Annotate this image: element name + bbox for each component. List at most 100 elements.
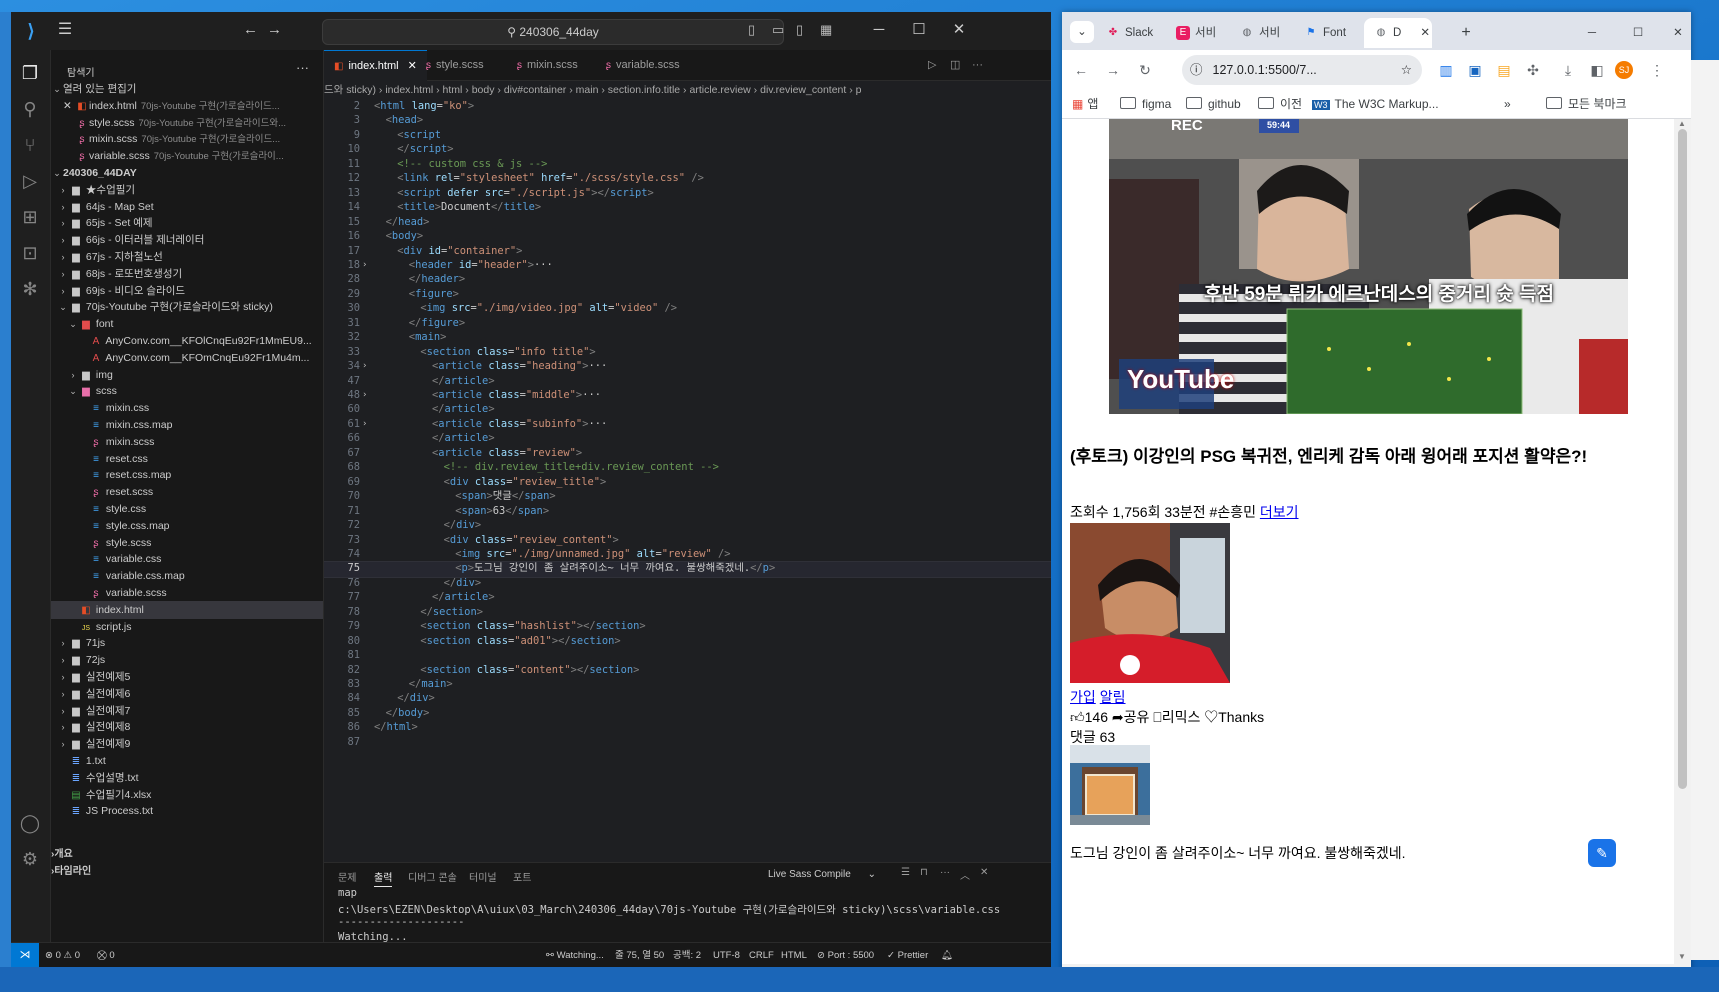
tree-item[interactable]: JS script.js [51, 618, 323, 636]
line-number[interactable]: 30 [324, 301, 360, 316]
more-actions-icon[interactable]: ··· [968, 50, 987, 80]
line-number[interactable]: 78 [324, 605, 360, 620]
tree-item[interactable]: ⌄ ▆ 70js-Youtube 구현(가로슬라이드와 sticky) [51, 298, 323, 316]
open-editor-item[interactable]: ʂ style.scss 70js-Youtube 구현(가로슬라이드와... [51, 114, 323, 132]
code-line[interactable]: <span>63</span> [455, 504, 549, 519]
hamburger-menu-icon[interactable]: ☰ [55, 20, 75, 40]
tree-item[interactable]: › ▆ 실전예제8 [51, 718, 323, 736]
fold-chevron-icon[interactable]: › [362, 417, 372, 432]
tree-item[interactable]: › ▆ 실전예제6 [51, 685, 323, 703]
breadcrumb-item[interactable]: div.review_content [760, 84, 846, 96]
code-line[interactable]: </script> [397, 142, 453, 157]
minimize-icon[interactable]: ─ [1582, 18, 1602, 48]
breadcrumb-item[interactable]: section.info.title [608, 84, 680, 96]
video-thumbnail[interactable]: REC 59:44 후반 59분 뤼카 에르난데스의 중거리 슛 득점 YouT… [1109, 119, 1628, 414]
close-panel-icon[interactable]: ✕ [980, 867, 988, 878]
line-number[interactable]: 67 [324, 446, 360, 461]
tree-item[interactable]: ≡ variable.css.map [51, 567, 323, 585]
line-number[interactable]: 83 [324, 677, 360, 692]
code-line[interactable]: <img src="./img/unnamed.jpg" alt="review… [455, 547, 730, 562]
code-line[interactable]: <span>댓글</span> [455, 489, 556, 504]
tree-item[interactable]: ≡ mixin.css.map [51, 416, 323, 434]
thumbs-up-icon[interactable]: 👍︎ [1070, 709, 1085, 725]
code-line[interactable]: <p>도그님 강인이 좀 살려주이소~ 너무 까여요. 불쌍해죽겠네.</p> [455, 561, 775, 576]
code-line[interactable]: <figure> [409, 287, 459, 302]
tab-style-scss[interactable]: ʂ style.scss [416, 50, 494, 80]
close-icon[interactable]: ✕ [1668, 18, 1688, 48]
breadcrumb-item[interactable]: body [472, 84, 495, 96]
tree-item[interactable]: ⌄ ▆ scss [51, 382, 323, 400]
line-number[interactable]: 76 [324, 576, 360, 591]
line-number[interactable]: 60 [324, 402, 360, 417]
breadcrumb-item[interactable]: p [856, 84, 862, 96]
code-line[interactable]: <img src="./img/video.jpg" alt="video" /… [420, 301, 677, 316]
output-channel-select[interactable]: Live Sass Compile ⌄ [768, 867, 888, 883]
open-editor-item[interactable]: ʂ mixin.scss 70js-Youtube 구현(가로슬라이드... [51, 130, 323, 148]
run-icon[interactable]: ▷ [924, 50, 940, 80]
maximize-icon[interactable]: ☐ [899, 16, 939, 44]
forward-arrow-icon[interactable]: → [267, 20, 282, 40]
tree-item[interactable]: ≡ mixin.css [51, 399, 323, 417]
toggle-panel-icon[interactable]: ▭ [772, 21, 784, 39]
timeline-section[interactable]: ›타임라인 [51, 863, 323, 881]
code-line[interactable]: <div class="review_title"> [444, 475, 607, 490]
more-actions-icon[interactable]: ··· [940, 867, 950, 878]
bookmark-all[interactable]: 모든 북마크 [1546, 95, 1627, 113]
line-number[interactable]: 28 [324, 272, 360, 287]
line-number[interactable]: 29 [324, 287, 360, 302]
toggle-sidebar-icon[interactable]: ▯ [748, 21, 755, 39]
line-number[interactable]: 87 [324, 735, 360, 750]
tree-item[interactable]: › ▆ img [51, 366, 323, 384]
code-line[interactable]: </head> [386, 215, 430, 230]
scrollbar-thumb[interactable] [1678, 129, 1687, 789]
line-number[interactable]: 77 [324, 590, 360, 605]
tab-search-icon[interactable]: ⌄ [1070, 21, 1094, 43]
workspace-header[interactable]: ⌄ 240306_44DAY [51, 164, 323, 182]
code-line[interactable]: <div id="container"> [397, 244, 522, 259]
code-line[interactable]: <section class="info title"> [420, 345, 595, 360]
panel-tab[interactable]: 출력 [374, 869, 393, 887]
breadcrumb-item[interactable]: index.html [385, 84, 433, 96]
heart-icon[interactable]: ♡ [1204, 709, 1218, 725]
download-icon[interactable]: ⤓ [1559, 62, 1577, 78]
line-number[interactable]: 86 [324, 720, 360, 735]
tree-item[interactable]: A AnyConv.com__KFOlCnqEu92Fr1MmEU9... [51, 332, 323, 350]
code-line[interactable]: <!-- div.review_title+div.review_content… [444, 460, 719, 475]
tree-item[interactable]: › ▆ 67js - 지하철노선 [51, 248, 323, 266]
tree-item[interactable]: › ▆ 65js - Set 예제 [51, 214, 323, 232]
tree-item[interactable]: › ▆ 64js - Map Set [51, 198, 323, 216]
line-number[interactable]: 47 [324, 374, 360, 389]
browser-tab[interactable]: ⚑ Font [1298, 18, 1366, 48]
more-actions-icon[interactable]: ··· [296, 60, 309, 75]
panel-tab[interactable]: 포트 [513, 869, 531, 884]
code-line[interactable]: <script [397, 128, 441, 143]
tree-item[interactable]: A AnyConv.com__KFOmCnqEu92Fr1Mu4m... [51, 349, 323, 367]
code-line[interactable]: </article> [432, 402, 495, 417]
fold-chevron-icon[interactable]: › [362, 258, 372, 273]
share-label[interactable]: 공유 [1124, 709, 1150, 725]
tab-variable-scss[interactable]: ʂ variable.scss [596, 50, 690, 80]
tree-item[interactable]: ≣ 1.txt [51, 752, 323, 770]
tree-item[interactable]: ≣ JS Process.txt [51, 802, 323, 820]
line-number[interactable]: 82 [324, 663, 360, 678]
tree-item[interactable]: ◧ index.html [51, 600, 323, 619]
code-line[interactable]: <article class="subinfo">··· [432, 417, 607, 432]
code-line[interactable]: </body> [386, 706, 430, 721]
outline-section[interactable]: ›개요 [51, 846, 323, 864]
tree-item[interactable]: ≣ 수업설명.txt [51, 769, 323, 787]
bookmark-star-icon[interactable]: ☆ [1401, 55, 1412, 85]
code-editor[interactable]: 2 <html lang="ko"> 3 <head> 9 <script 10 </scri… [324, 99, 1051, 839]
remote-indicator-icon[interactable]: ⋊ [11, 943, 39, 968]
reload-icon[interactable]: ↻ [1136, 62, 1154, 78]
tree-item[interactable]: › ▆ 69js - 비디오 슬라이드 [51, 282, 323, 300]
tree-item[interactable]: ≡ reset.css [51, 450, 323, 468]
line-number[interactable]: 31 [324, 316, 360, 331]
pen-tool-icon[interactable]: ✎ [1588, 839, 1616, 867]
extension-icon[interactable]: ▥ [1437, 62, 1455, 78]
code-line[interactable]: <title>Document</title> [397, 200, 541, 215]
remote-explorer-icon[interactable]: ⊡ [17, 240, 43, 266]
alert-link[interactable]: 알림 [1100, 689, 1126, 705]
scroll-down-icon[interactable]: ▼ [1678, 952, 1686, 961]
line-number[interactable]: 81 [324, 648, 360, 663]
encoding-status[interactable]: UTF-8 [713, 943, 740, 968]
